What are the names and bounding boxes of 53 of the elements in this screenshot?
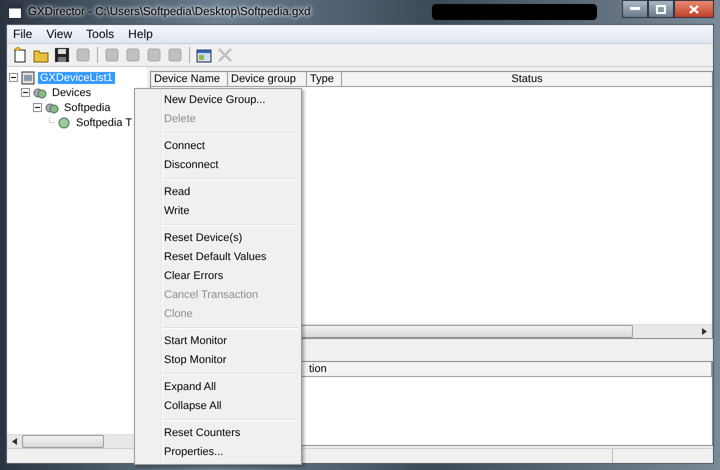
menu-item[interactable]: Disconnect [135,156,301,175]
minus-icon [21,88,30,97]
column-header[interactable]: Device Name [151,72,228,86]
close-button[interactable] [674,0,714,18]
tree-item[interactable]: Softpedia [62,102,112,114]
menu-item[interactable]: Write [135,202,301,221]
device-icon [167,47,183,63]
menu-item[interactable]: Properties... [135,443,301,462]
properties-icon [196,47,212,63]
devices-icon [33,86,47,100]
save-icon [54,47,70,63]
minimize-icon [630,7,640,11]
window-title: GXDirector - C:\Users\Softpedia\Desktop\Softpedia.gxd [28,6,311,18]
tree-item[interactable]: Devices [50,86,94,98]
minimize-button[interactable] [622,0,648,18]
device-icon [75,47,91,63]
app-icon [8,5,22,19]
tree-toggle[interactable] [33,103,42,112]
menu-item[interactable]: Connect [135,137,301,156]
device-icon [104,47,120,63]
device-icon [57,116,71,130]
close-icon [689,4,699,14]
menu-item[interactable]: Expand All [135,378,301,397]
menu-item[interactable]: File [13,27,32,41]
maximize-button[interactable] [648,0,674,18]
menu-item[interactable]: Tools [86,27,114,41]
left-arrow-icon[interactable] [11,438,18,445]
column-header[interactable]: Status [342,72,712,86]
document-icon [12,47,28,63]
device-icon [146,47,162,63]
minus-icon [33,103,42,112]
menu-item[interactable]: Reset Counters [135,424,301,443]
menu-item[interactable]: Help [128,27,153,41]
tree-toggle[interactable] [9,73,18,82]
menu-item[interactable]: Reset Device(s) [135,229,301,248]
menu-item[interactable]: Reset Default Values [135,248,301,267]
tree-toggle[interactable] [21,88,30,97]
device-icon [125,47,141,63]
menu-item[interactable]: New Device Group... [135,91,301,110]
toolbar-button[interactable] [53,46,71,64]
maximize-icon [656,4,666,14]
right-arrow-icon[interactable] [701,328,708,335]
menu-item[interactable]: Start Monitor [135,332,301,351]
menu-item[interactable]: Clear Errors [135,267,301,286]
menu-item[interactable]: View [46,27,72,41]
delete-icon [217,47,233,63]
tree-item[interactable]: Softpedia T [74,116,134,128]
column-header[interactable]: Type [307,72,342,86]
devices-icon [45,100,59,114]
menu-item[interactable]: Collapse All [135,397,301,416]
menu-item[interactable]: Read [135,183,301,202]
list-icon [21,70,35,84]
column-header[interactable]: Device group [228,72,307,86]
